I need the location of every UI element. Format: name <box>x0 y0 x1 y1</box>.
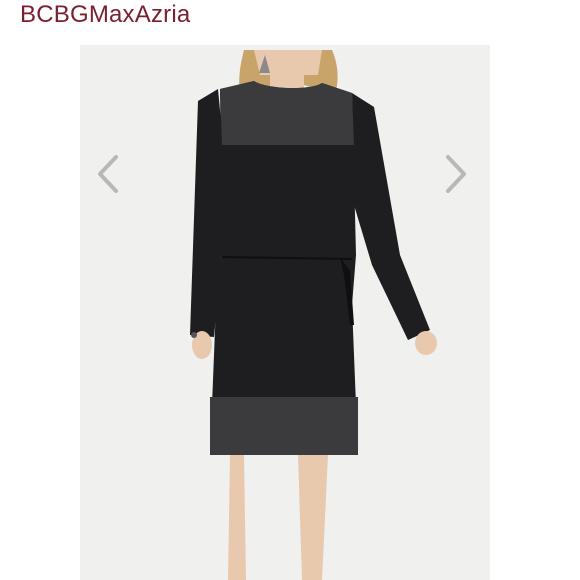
image-gallery[interactable] <box>22 45 558 580</box>
chevron-right-icon <box>446 155 466 193</box>
chevron-left-icon <box>98 155 118 193</box>
model-legs <box>228 455 246 580</box>
dress-right-sleeve <box>352 93 430 340</box>
next-image-button[interactable] <box>440 153 470 195</box>
model-right-hand <box>415 331 437 355</box>
brand-name[interactable]: BCBGMaxAzria <box>20 0 190 34</box>
prev-image-button[interactable] <box>94 153 124 195</box>
listing-page: BCBGMaxAzria <box>0 0 580 580</box>
product-photo <box>190 50 437 580</box>
